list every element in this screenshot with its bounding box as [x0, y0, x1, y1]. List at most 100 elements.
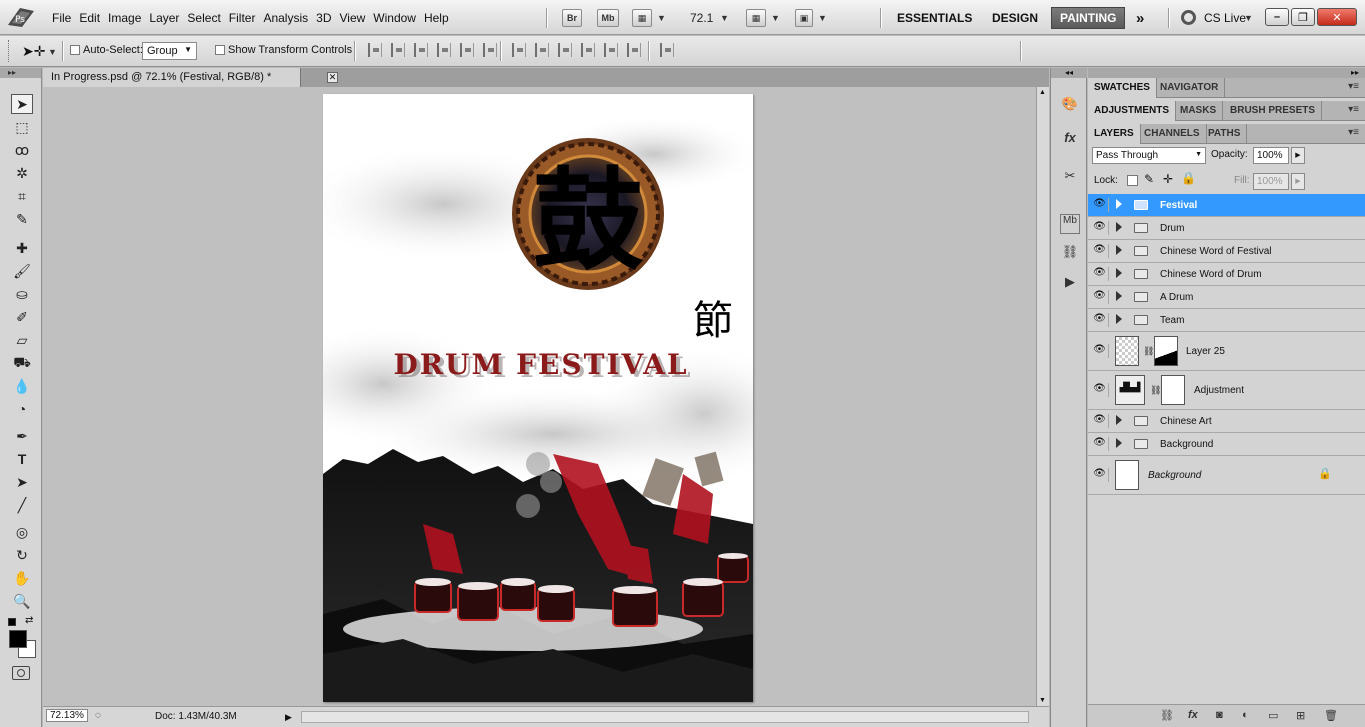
visibility-eye-icon[interactable]: 👁 — [1091, 344, 1109, 358]
visibility-eye-icon[interactable]: 👁 — [1091, 221, 1109, 235]
link-layers-icon[interactable]: ⛓ — [1160, 709, 1174, 722]
mask-link-icon[interactable]: ⛓ — [1143, 346, 1154, 357]
tab-brush-presets[interactable]: BRUSH PRESETS — [1224, 101, 1323, 121]
blend-mode-select[interactable]: Pass Through ▼ — [1092, 147, 1206, 164]
visibility-eye-icon[interactable]: 👁 — [1091, 290, 1109, 304]
show-transform-controls-checkbox[interactable] — [215, 45, 225, 55]
visibility-eye-icon[interactable]: 👁 — [1091, 383, 1109, 397]
visibility-eye-icon[interactable]: 👁 — [1091, 244, 1109, 258]
color-palette-icon[interactable]: 🎨 — [1060, 96, 1080, 116]
cs-live-icon[interactable] — [1181, 10, 1196, 25]
align-hcenter-icon[interactable] — [460, 43, 474, 57]
layer-row-adjustment[interactable]: 👁 ▟▙▟ ⛓ Adjustment — [1088, 371, 1365, 410]
tab-swatches[interactable]: SWATCHES — [1088, 78, 1157, 98]
brush-tool-icon[interactable]: 🖌 — [11, 261, 33, 281]
layer-row-chinese-art[interactable]: 👁 Chinese Art — [1088, 410, 1365, 433]
visibility-eye-icon[interactable]: 👁 — [1091, 437, 1109, 451]
eyedropper-tool-icon[interactable]: ✎ — [11, 209, 33, 229]
lasso-tool-icon[interactable]: ꝏ — [11, 140, 33, 160]
layer-row-team[interactable]: 👁 Team — [1088, 309, 1365, 332]
layer-row-layer-25[interactable]: 👁 ⛓ Layer 25 — [1088, 332, 1365, 371]
zoom-tool-icon[interactable]: 🔍 — [11, 591, 33, 611]
magic-wand-tool-icon[interactable]: ✲ — [11, 163, 33, 183]
menu-select[interactable]: Select — [187, 11, 228, 25]
tool-presets-icon[interactable]: ✂ — [1060, 168, 1080, 188]
layer-row-drum[interactable]: 👁 Drum — [1088, 217, 1365, 240]
more-workspaces-icon[interactable]: » — [1128, 7, 1152, 29]
crop-tool-icon[interactable]: ⌗ — [11, 186, 33, 206]
pen-tool-icon[interactable]: ✒ — [11, 426, 33, 446]
screen-mode-icon[interactable]: ▣ — [795, 9, 813, 27]
opacity-input[interactable]: 100% — [1253, 147, 1289, 164]
swap-colors-icon[interactable]: ⇄ — [25, 615, 33, 626]
menu-view[interactable]: View — [339, 11, 373, 25]
menu-file[interactable]: File — [52, 11, 79, 25]
visibility-eye-icon[interactable]: 👁 — [1091, 267, 1109, 281]
menu-layer[interactable]: Layer — [149, 11, 187, 25]
3d-rotate-tool-icon[interactable]: ◎ — [11, 522, 33, 542]
menu-analysis[interactable]: Analysis — [263, 11, 316, 25]
distribute-left-icon[interactable] — [581, 43, 595, 57]
layer-styles-icon[interactable]: fx — [1060, 130, 1080, 150]
type-tool-icon[interactable]: T — [11, 449, 33, 469]
expand-triangle-icon[interactable] — [1116, 222, 1122, 232]
layer-row-background-group[interactable]: 👁 Background — [1088, 433, 1365, 456]
toolbox-collapse-icon[interactable]: ▸▸ — [0, 68, 41, 78]
tab-masks[interactable]: MASKS — [1174, 101, 1224, 121]
mini-bridge-panel-icon[interactable]: Mb — [1060, 214, 1080, 234]
layer-row-background[interactable]: 👁 Background 🔒 — [1088, 456, 1365, 495]
lock-position-icon[interactable]: ✛ — [1163, 172, 1173, 186]
align-right-icon[interactable] — [483, 43, 497, 57]
delete-layer-icon[interactable]: 🗑 — [1324, 709, 1338, 722]
auto-select-checkbox[interactable] — [70, 45, 80, 55]
tab-layers[interactable]: LAYERS — [1088, 124, 1141, 144]
expand-triangle-icon[interactable] — [1116, 291, 1122, 301]
blur-tool-icon[interactable]: 💧 — [11, 376, 33, 396]
path-selection-tool-icon[interactable]: ➤ — [11, 472, 33, 492]
fill-slider-arrow-icon[interactable]: ▶ — [1291, 173, 1305, 190]
scroll-up-icon[interactable]: ▲ — [1039, 89, 1046, 96]
foreground-color-swatch[interactable] — [9, 630, 27, 648]
menu-help[interactable]: Help — [424, 11, 457, 25]
vertical-scrollbar[interactable]: ▲ ▼ — [1036, 87, 1049, 706]
horizontal-scrollbar[interactable] — [301, 711, 1029, 723]
chevron-down-icon[interactable]: ▼ — [1244, 13, 1253, 23]
lock-all-icon[interactable]: 🔒 — [1181, 171, 1196, 185]
healing-brush-tool-icon[interactable]: ✚ — [11, 238, 33, 258]
layer-mask-thumbnail[interactable] — [1154, 336, 1178, 366]
eraser-tool-icon[interactable]: ▱ — [11, 330, 33, 350]
mini-bridge-button[interactable]: Mb — [597, 9, 619, 27]
fill-input[interactable]: 100% — [1253, 173, 1289, 190]
add-layer-style-icon[interactable]: fx — [1188, 709, 1198, 721]
auto-align-layers-icon[interactable] — [660, 43, 674, 57]
workspace-painting[interactable]: PAINTING — [1051, 7, 1126, 29]
add-mask-icon[interactable]: ◙ — [1216, 709, 1223, 721]
chevron-down-icon[interactable]: ▼ — [48, 47, 57, 57]
layer-mask-thumbnail[interactable] — [1161, 375, 1185, 405]
scroll-down-icon[interactable]: ▼ — [1039, 697, 1046, 704]
distribute-bottom-icon[interactable] — [558, 43, 572, 57]
auto-select-dropdown[interactable]: Group ▼ — [142, 42, 197, 60]
move-tool-icon[interactable]: ➤ — [11, 94, 33, 114]
visibility-eye-icon[interactable]: 👁 — [1091, 468, 1109, 482]
default-colors-icon[interactable] — [8, 618, 16, 626]
menu-window[interactable]: Window — [373, 11, 424, 25]
opacity-slider-arrow-icon[interactable]: ▶ — [1291, 147, 1305, 164]
panel-menu-icon[interactable]: ▾≡ — [1348, 127, 1359, 138]
align-top-icon[interactable] — [368, 43, 382, 57]
visibility-eye-icon[interactable]: 👁 — [1091, 313, 1109, 327]
close-document-icon[interactable]: ✕ — [327, 72, 338, 83]
cs-live-button[interactable]: CS Live — [1204, 11, 1246, 25]
paint-bucket-tool-icon[interactable]: ⛟ — [11, 353, 33, 373]
history-brush-tool-icon[interactable]: ✐ — [11, 307, 33, 327]
dock-collapse-icon[interactable]: ▸▸ — [1088, 68, 1365, 78]
chevron-down-icon[interactable]: ▼ — [657, 13, 666, 23]
status-info-icon[interactable]: ◌ — [95, 710, 101, 721]
clone-stamp-tool-icon[interactable]: ⛀ — [11, 284, 33, 304]
mask-link-icon[interactable]: ⛓ — [1150, 385, 1161, 396]
close-button[interactable]: ✕ — [1317, 8, 1357, 26]
distribute-top-icon[interactable] — [512, 43, 526, 57]
actions-icon[interactable]: ▶ — [1060, 274, 1080, 294]
zoom-level[interactable]: 72.1 — [690, 11, 713, 25]
status-zoom[interactable]: 72.13% — [46, 709, 88, 722]
